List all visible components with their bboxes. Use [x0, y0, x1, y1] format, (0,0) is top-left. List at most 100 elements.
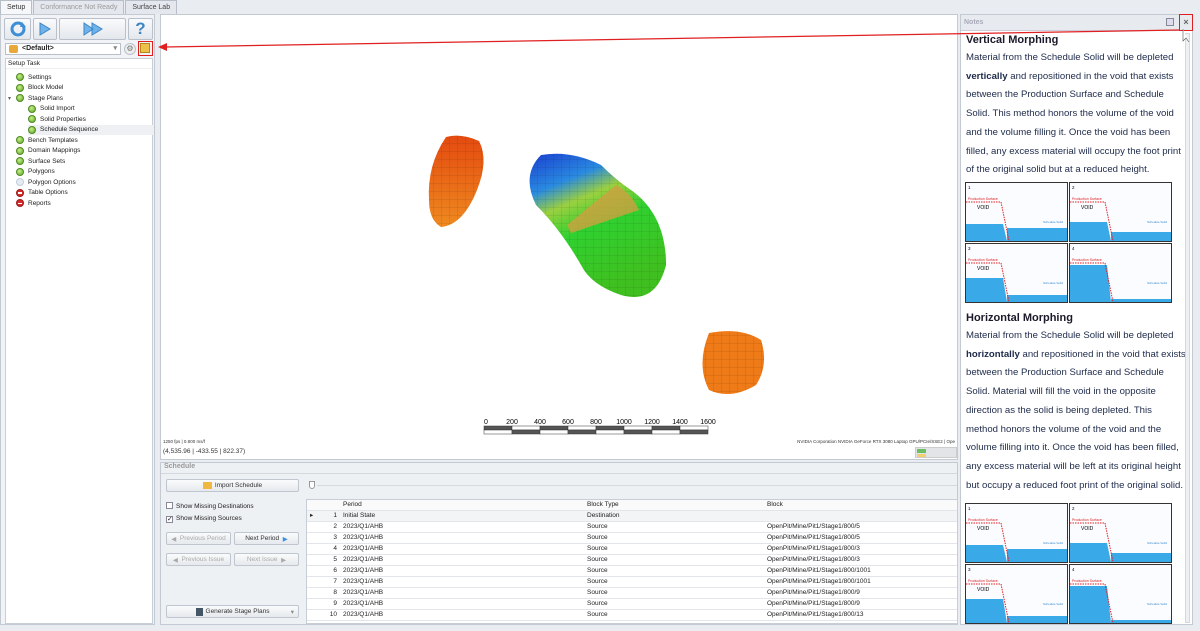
scale-segment — [595, 425, 625, 431]
tree-item[interactable]: Solid Properties — [28, 114, 86, 124]
refresh-button[interactable] — [4, 18, 31, 40]
tree-item[interactable]: Polygon Options — [16, 177, 76, 187]
table-row[interactable]: 5 2023/Q1/AHB Source OpenPit/Mine/Pit1/Stag… — [307, 555, 957, 566]
svg-text:Production Surface: Production Surface — [1072, 579, 1102, 583]
generate-stage-plans-button[interactable]: Generate Stage Plans ▾ — [166, 605, 299, 618]
table-cell: OpenPit/Mine/Pit1/Stage1/800/1001 — [767, 567, 871, 574]
diagram-panel: 1Production SurfaceSchedule SolidVOID — [965, 182, 1068, 242]
tree-item[interactable]: Table Options — [16, 188, 68, 198]
tree-item[interactable]: Settings — [16, 72, 52, 82]
row-number: 1 — [333, 512, 337, 519]
table-row[interactable]: ▸ 1 Initial State Destination — [307, 511, 957, 522]
setup-panel: ? <Default> ▾ ⚙ Setup Task Settings Block … — [0, 14, 155, 625]
tree-item-label: Polygons — [28, 168, 55, 175]
table-row[interactable]: 4 2023/Q1/AHB Source OpenPit/Mine/Pit1/Stag… — [307, 544, 957, 555]
tree-item-label: Stage Plans — [28, 94, 64, 102]
checkbox-unchecked — [166, 502, 173, 509]
tree-item[interactable]: Surface Sets — [16, 156, 65, 166]
show-missing-destinations-checkbox[interactable]: Show Missing Destinations — [166, 502, 254, 510]
horizontal-morphing-diagram: 1 Production Surface Schedule Solid VOID 2 Pr… — [965, 503, 1172, 627]
expand-icon[interactable]: ▾ — [8, 95, 11, 102]
row-number: 3 — [333, 534, 337, 541]
column-header[interactable]: Block Type — [587, 500, 619, 510]
help-button[interactable]: ? — [128, 18, 153, 40]
tree-item[interactable]: Reports — [16, 198, 51, 208]
chevron-down-icon: ▾ — [113, 45, 117, 52]
import-schedule-label: Import Schedule — [214, 482, 263, 489]
svg-text:VOID: VOID — [977, 526, 990, 532]
orebody-bottom-right — [702, 331, 765, 394]
error-icon — [16, 199, 24, 207]
svg-text:VOID: VOID — [977, 266, 990, 272]
scale-tick-label: 800 — [590, 419, 602, 426]
tree-item[interactable]: Polygons — [16, 167, 55, 177]
scale-segment — [539, 429, 569, 435]
next-issue-button[interactable]: Next Issue ▶ — [234, 553, 299, 566]
pin-icon[interactable] — [1166, 18, 1174, 26]
table-cell: OpenPit/Mine/Pit1/Stage1/800/3 — [767, 545, 860, 552]
tab-conformance[interactable]: Conformance Not Ready — [33, 0, 125, 14]
check-icon — [16, 157, 24, 165]
scale-segment — [679, 429, 709, 435]
table-cell: Source — [587, 534, 608, 541]
tab-setup[interactable]: Setup — [0, 0, 33, 14]
notes-button[interactable] — [138, 41, 153, 56]
table-row[interactable]: 3 2023/Q1/AHB Source OpenPit/Mine/Pit1/Stag… — [307, 533, 957, 544]
schedule-title: Schedule — [161, 463, 957, 474]
table-cell: OpenPit/Mine/Pit1/Stage1/800/3 — [767, 556, 860, 563]
run-button[interactable] — [33, 18, 57, 40]
close-button[interactable]: × — [1179, 14, 1193, 31]
table-row[interactable]: 6 2023/Q1/AHB Source OpenPit/Mine/Pit1/Stag… — [307, 566, 957, 577]
table-row[interactable]: 9 2023/Q1/AHB Source OpenPit/Mine/Pit1/Stag… — [307, 599, 957, 610]
table-row[interactable]: 2 2023/Q1/AHB Source OpenPit/Mine/Pit1/Stag… — [307, 522, 957, 533]
period-slider-track[interactable] — [317, 485, 957, 486]
tree-item-label: Reports — [28, 199, 51, 207]
notes-scrollbar[interactable] — [1185, 33, 1190, 623]
tree-item[interactable]: Domain Mappings — [16, 146, 80, 156]
next-period-button[interactable]: Next Period ▶ — [234, 532, 299, 545]
run-all-button[interactable] — [59, 18, 126, 40]
tree-item-label: Domain Mappings — [28, 147, 81, 154]
scale-tick-label: 200 — [506, 419, 518, 426]
tree-item[interactable]: Solid Import — [28, 104, 75, 114]
grid-header: Period Block Type Block — [307, 500, 957, 511]
fast-forward-icon — [83, 22, 103, 36]
table-row[interactable]: 8 2023/Q1/AHB Source OpenPit/Mine/Pit1/Stag… — [307, 588, 957, 599]
scale-segment — [567, 429, 597, 435]
tab-surface-lab[interactable]: Surface Lab — [125, 0, 178, 14]
previous-period-button[interactable]: ◀ Previous Period — [166, 532, 231, 545]
3d-viewport[interactable]: 0 200 400 600 800 1000 1200 1400 1600 1250 fps |… — [160, 14, 958, 460]
diagram-panel: 4Production SurfaceSchedule Solid — [1069, 564, 1172, 624]
tree-item[interactable]: Block Model — [16, 83, 63, 93]
row-number: 8 — [333, 589, 337, 596]
table-cell: 2023/Q1/AHB — [343, 600, 384, 607]
table-row[interactable]: 10 2023/Q1/AHB Source OpenPit/Mine/Pit1/Sta… — [307, 610, 957, 621]
check-icon — [28, 115, 36, 123]
tree-item[interactable]: ▾ Stage Plans — [8, 93, 64, 103]
previous-issue-button[interactable]: ◀ Previous Issue — [166, 553, 231, 566]
layer-toggle[interactable] — [915, 447, 957, 458]
scale-tick-label: 600 — [562, 419, 574, 426]
tree-item[interactable]: Schedule Sequence — [28, 124, 154, 135]
table-cell: OpenPit/Mine/Pit1/Stage1/800/13 — [767, 611, 864, 618]
tree-item[interactable]: Bench Templates — [16, 135, 78, 145]
profile-select[interactable]: <Default> ▾ — [5, 43, 121, 55]
table-cell: 2023/Q1/AHB — [343, 545, 384, 552]
gear-icon[interactable]: ⚙ — [124, 43, 136, 55]
tree-item-label: Surface Sets — [28, 157, 66, 165]
horizontal-morphing-section: Horizontal Morphing Material from the Sc… — [966, 309, 1186, 495]
show-missing-sources-checkbox[interactable]: ✓ Show Missing Sources — [166, 515, 242, 523]
table-row[interactable]: 7 2023/Q1/AHB Source OpenPit/Mine/Pit1/Stag… — [307, 577, 957, 588]
pending-icon — [16, 178, 24, 186]
table-cell: Source — [587, 567, 608, 574]
diagram-panel: 2Production SurfaceSchedule SolidVOID — [1069, 503, 1172, 563]
morphing-diagram-image: 1Production SurfaceSchedule SolidVOID2Pr… — [965, 503, 1172, 624]
import-schedule-button[interactable]: Import Schedule — [166, 479, 299, 492]
column-header[interactable]: Block — [767, 500, 783, 510]
svg-text:Schedule Solid: Schedule Solid — [1147, 220, 1167, 224]
period-slider-thumb[interactable] — [309, 481, 315, 489]
row-number: 9 — [333, 600, 337, 607]
row-number: 10 — [329, 611, 337, 618]
column-header[interactable]: Period — [343, 500, 362, 510]
row-number: 4 — [333, 545, 337, 552]
